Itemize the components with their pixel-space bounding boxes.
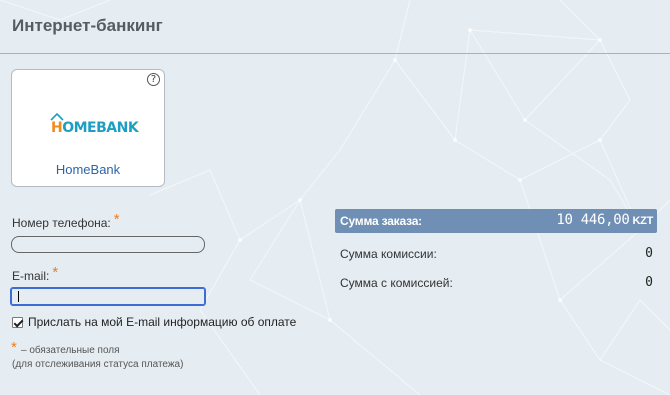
title-divider bbox=[0, 53, 670, 54]
order-total-label: Сумма заказа: bbox=[340, 214, 422, 228]
order-total-value: 10 446,00 KZT bbox=[556, 212, 653, 228]
homebank-logo: H OMEBANK bbox=[50, 113, 139, 136]
required-marker: * bbox=[113, 211, 120, 228]
commission-label: Сумма комиссии: bbox=[340, 247, 437, 261]
currency-label: KZT bbox=[632, 215, 654, 227]
send-email-label: Прислать на мой E-mail информацию об опл… bbox=[28, 315, 297, 329]
send-email-checkbox-row[interactable]: Прислать на мой E-mail информацию об опл… bbox=[12, 315, 296, 329]
order-total-bar: Сумма заказа: 10 446,00 KZT bbox=[335, 209, 657, 233]
bank-name: HomeBank bbox=[55, 162, 121, 177]
phone-input[interactable] bbox=[11, 236, 205, 253]
homebank-payment-option[interactable]: ? H OMEBANK HomeBank bbox=[11, 69, 165, 187]
house-roof-icon bbox=[50, 113, 64, 121]
text-caret bbox=[18, 291, 19, 302]
required-note-marker: * bbox=[11, 339, 17, 356]
page-title: Интернет-банкинг bbox=[12, 16, 163, 35]
phone-label: Номер телефона: * bbox=[12, 211, 120, 230]
total-with-commission-label: Сумма с комиссией: bbox=[340, 276, 453, 290]
required-marker: * bbox=[52, 264, 59, 281]
background-network-pattern bbox=[0, 0, 670, 395]
commission-value: 0 bbox=[645, 246, 653, 261]
required-note-detail: (для отслеживания статуса платежа) bbox=[12, 359, 184, 370]
email-label: E-mail: * bbox=[12, 264, 59, 283]
send-email-checkbox[interactable] bbox=[12, 316, 23, 328]
email-input[interactable] bbox=[11, 288, 205, 305]
required-note: – обязательные поля bbox=[21, 345, 120, 356]
question-circle-icon[interactable]: ? bbox=[147, 73, 160, 86]
total-with-commission-value: 0 bbox=[645, 275, 653, 290]
